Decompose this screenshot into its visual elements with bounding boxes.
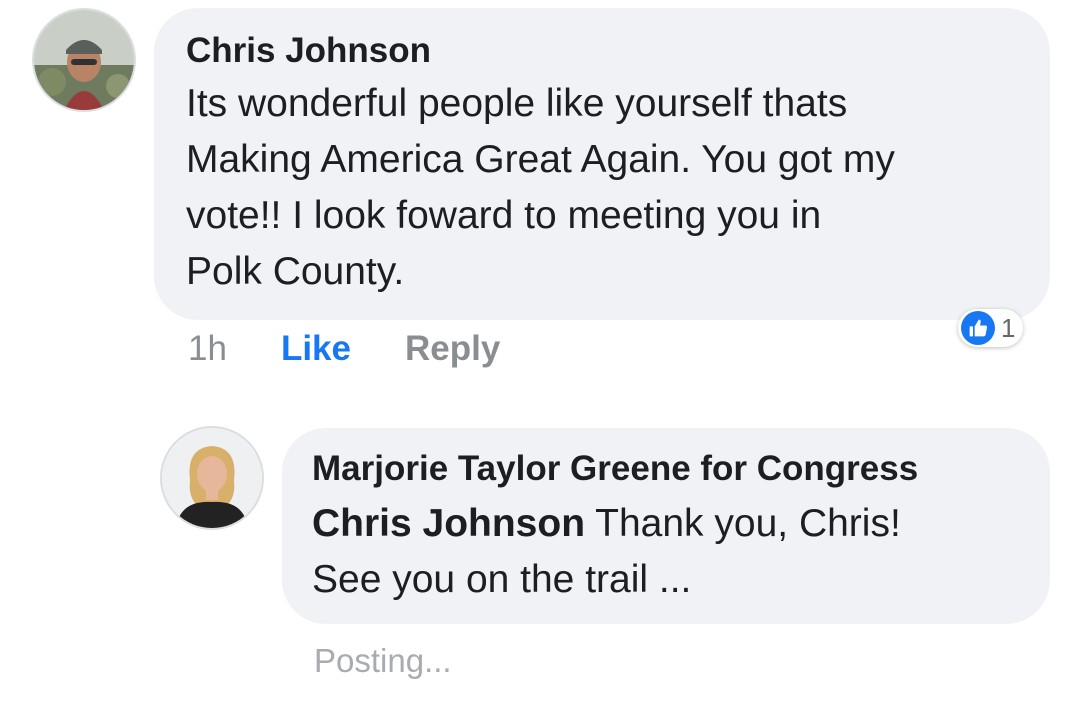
replier-photo	[162, 428, 262, 528]
comment-text-line: Making America Great Again. You got my	[186, 138, 895, 181]
comment-actions: 1h Like Reply	[188, 328, 500, 370]
comment-text: Its wonderful people like yourself thats…	[186, 76, 1016, 300]
reply-text-content: Thank you, Chris!	[585, 502, 901, 545]
comment-text-line: vote!! I look foward to meeting you in	[186, 194, 822, 237]
reply-author[interactable]: Marjorie Taylor Greene for Congress	[312, 448, 1020, 490]
reply-text-line: Chris Johnson Thank you, Chris!	[312, 496, 1020, 552]
reaction-count: 1	[1001, 312, 1016, 343]
thumbs-up-icon	[961, 311, 995, 345]
comment-author[interactable]: Chris Johnson	[186, 30, 1016, 72]
reply-text: Chris Johnson Thank you, Chris! See you …	[312, 496, 1020, 608]
replier-avatar[interactable]	[160, 426, 264, 530]
comment-thread: Chris Johnson Its wonderful people like …	[0, 0, 1080, 710]
reply-bubble: Marjorie Taylor Greene for Congress Chri…	[282, 428, 1050, 624]
commenter-photo	[34, 10, 134, 110]
reply-text-line: See you on the trail ...	[312, 558, 692, 601]
posting-status: Posting...	[314, 642, 452, 679]
comment-timestamp[interactable]: 1h	[188, 329, 227, 369]
reply-button[interactable]: Reply	[405, 329, 500, 369]
reaction-badge[interactable]: 1	[958, 309, 1024, 347]
commenter-avatar[interactable]	[32, 8, 136, 112]
comment-text-line: Polk County.	[186, 250, 405, 293]
comment-text-line: Its wonderful people like yourself thats	[186, 82, 848, 125]
like-button[interactable]: Like	[281, 329, 351, 369]
reply-mention[interactable]: Chris Johnson	[312, 502, 585, 545]
comment-bubble: Chris Johnson Its wonderful people like …	[154, 8, 1050, 320]
